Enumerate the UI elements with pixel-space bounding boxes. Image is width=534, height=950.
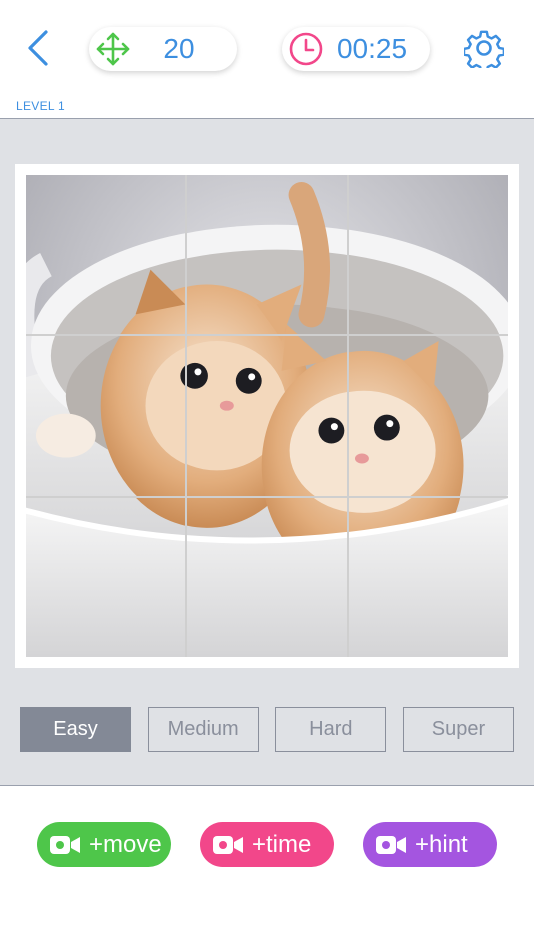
puzzle-tile[interactable] — [187, 175, 347, 335]
move-arrows-icon — [95, 31, 131, 67]
game-area: Easy Medium Hard Super — [0, 118, 534, 786]
level-label: LEVEL 1 — [16, 99, 66, 113]
tile-image — [349, 336, 508, 495]
tile-image — [26, 498, 185, 657]
puzzle-tile[interactable] — [187, 497, 347, 657]
moves-value: 20 — [163, 33, 195, 64]
video-camera-icon — [213, 835, 243, 854]
puzzle-tile[interactable] — [348, 497, 508, 657]
video-camera-icon — [376, 835, 406, 854]
timer-display: 00:25 — [282, 27, 430, 71]
timer-value: 00:25 — [336, 33, 408, 64]
action-label: +move — [89, 830, 162, 858]
back-button[interactable] — [22, 28, 58, 68]
gear-icon — [462, 30, 506, 73]
tile-image — [349, 498, 508, 657]
settings-button[interactable] — [462, 28, 506, 73]
tile-image — [26, 175, 185, 334]
puzzle-tile[interactable] — [26, 497, 186, 657]
reward-actions: +move +time +hint — [0, 787, 534, 950]
clock-icon — [288, 31, 324, 67]
puzzle-board — [26, 175, 508, 657]
chevron-left-icon — [28, 30, 48, 66]
tile-image — [187, 175, 346, 334]
difficulty-selector: Easy Medium Hard Super — [20, 707, 514, 752]
add-time-button[interactable]: +time — [200, 822, 334, 867]
puzzle-tile[interactable] — [348, 336, 508, 496]
add-hint-button[interactable]: +hint — [363, 822, 497, 867]
puzzle-tile[interactable] — [348, 175, 508, 335]
top-bar: 20 00:25 LEVEL 1 — [0, 0, 534, 118]
action-label: +time — [252, 830, 312, 858]
puzzle-tile[interactable] — [26, 175, 186, 335]
tile-image — [187, 336, 346, 495]
puzzle-tile[interactable] — [26, 336, 186, 496]
difficulty-medium-button[interactable]: Medium — [147, 707, 259, 752]
tile-image — [26, 336, 185, 495]
action-label: +hint — [415, 830, 468, 858]
tile-image — [187, 498, 346, 657]
add-move-button[interactable]: +move — [37, 822, 171, 867]
tile-image — [349, 175, 508, 334]
difficulty-hard-button[interactable]: Hard — [275, 707, 387, 752]
difficulty-easy-button[interactable]: Easy — [20, 707, 131, 752]
difficulty-super-button[interactable]: Super — [402, 707, 514, 752]
puzzle-frame — [15, 164, 519, 668]
video-camera-icon — [50, 835, 80, 854]
moves-counter: 20 — [89, 27, 237, 71]
puzzle-tile[interactable] — [187, 336, 347, 496]
